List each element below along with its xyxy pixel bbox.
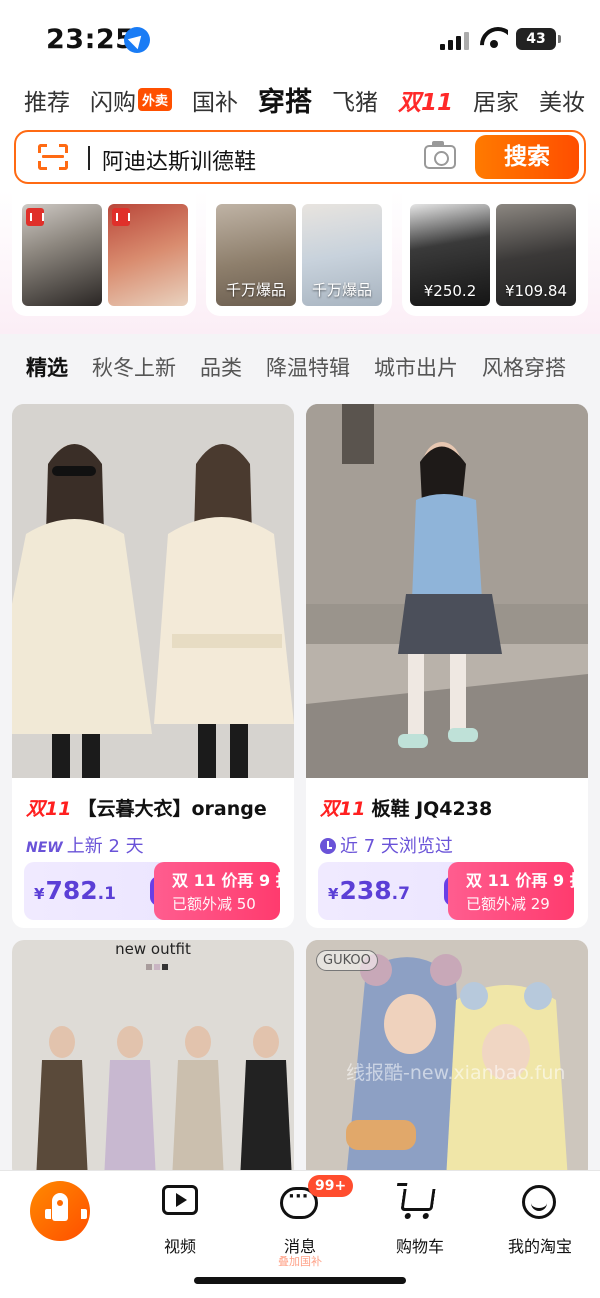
clock-icon: [320, 838, 336, 854]
promo-thumb[interactable]: ¥250.2: [410, 204, 490, 306]
tab-cart-label: 购物车: [395, 1237, 444, 1256]
price-box[interactable]: ¥782.1 双 11 价再 9 折 已额外减 50: [24, 862, 292, 920]
promo-thumb-label: 千万爆品: [225, 281, 286, 299]
promo-thumb[interactable]: 千万爆品: [216, 204, 296, 306]
message-count-badge: 99+: [308, 1175, 354, 1197]
messages-subsidy-label: 叠加国补: [278, 1255, 322, 1268]
promo-thumb[interactable]: [22, 204, 102, 306]
promo-card[interactable]: 千万爆品 千万爆品: [206, 190, 392, 316]
product-title-text: 板鞋 JQ4238: [371, 798, 493, 820]
rocket-icon: [45, 1193, 87, 1221]
shopping-cart-icon: [400, 1189, 436, 1211]
tab-beauty[interactable]: 美妆: [539, 83, 585, 117]
product-image[interactable]: [12, 404, 294, 778]
tab-double-11[interactable]: 双11: [398, 83, 453, 117]
product-card[interactable]: 双11板鞋 JQ4238 近 7 天浏览过 ¥238.7 双 11 价再 9 折…: [306, 404, 588, 928]
tab-fliggy[interactable]: 飞猪: [332, 83, 378, 117]
video-play-icon: [162, 1185, 198, 1215]
tab-my-taobao-label: 我的淘宝: [507, 1237, 572, 1256]
promo-thumb-label: 千万爆品: [311, 281, 372, 299]
tab-flash-buy[interactable]: 闪购 外卖: [90, 83, 173, 117]
promo-thumb[interactable]: ¥109.84: [496, 204, 576, 306]
product-price: ¥238.7: [328, 876, 410, 905]
tab-outfit[interactable]: 穿搭: [258, 80, 312, 119]
shop-tag-icon: [112, 208, 130, 226]
scan-icon[interactable]: [38, 144, 68, 170]
price-decimal: .7: [391, 884, 410, 904]
price-box[interactable]: ¥238.7 双 11 价再 9 折 已额外减 29: [318, 862, 586, 920]
discount-line2: 已额外减 29: [466, 895, 550, 913]
price-decimal: .1: [97, 884, 116, 904]
product-price: ¥782.1: [34, 876, 116, 905]
discount-line1: 双 11 价再 9 折: [466, 871, 586, 890]
promo-row: 千万爆品 千万爆品 ¥250.2 ¥109.84: [0, 190, 600, 320]
promo-thumb-price: ¥109.84: [504, 282, 568, 300]
discount-line1: 双 11 价再 9 折: [172, 871, 292, 890]
tab-subsidy[interactable]: 国补: [192, 83, 238, 117]
status-bar: 23:25 43: [0, 0, 600, 72]
product-image[interactable]: [306, 404, 588, 778]
discount-badge[interactable]: 双 11 价再 9 折 已额外减 29: [448, 862, 586, 920]
tab-recommend[interactable]: 推荐: [24, 83, 70, 117]
feed-tab-featured[interactable]: 精选: [26, 352, 68, 382]
new-tag: NEW: [26, 840, 63, 856]
product-card[interactable]: new outfit: [12, 940, 294, 1180]
feed-tab-city-photo[interactable]: 城市出片: [374, 352, 458, 382]
category-tabs: 推荐 闪购 外卖 国补 穿搭 飞猪 双11 居家 美妆: [24, 80, 600, 120]
status-time: 23:25: [46, 24, 135, 55]
product-title: 双11 【云暮大衣】orange: [26, 794, 267, 821]
tab-flash-buy-label: 闪购: [90, 89, 136, 116]
product-title-text: 【云暮大衣】orange: [77, 798, 267, 820]
feed-tab-style[interactable]: 风格穿搭: [482, 352, 566, 382]
shop-tag-icon: [26, 208, 44, 226]
sneaker-model-illustration: [306, 404, 588, 778]
promo-card[interactable]: [12, 190, 196, 316]
takeout-badge: 外卖: [138, 87, 173, 111]
tab-video-label: 视频: [163, 1237, 196, 1256]
feed-tabs: 精选 秋冬上新 品类 降温特辑 城市出片 风格穿搭: [26, 352, 600, 388]
location-arrow-icon: [124, 27, 150, 53]
product-title: 双11 板鞋 JQ4238: [320, 794, 492, 821]
home-button[interactable]: [30, 1181, 90, 1241]
discount-badge[interactable]: 双 11 价再 9 折 已额外减 50: [154, 862, 292, 920]
price-integer: 782: [45, 876, 98, 905]
wifi-icon: [480, 27, 508, 49]
coat-models-illustration: [12, 404, 294, 778]
brand-logo: GUKOO: [316, 950, 378, 971]
watermark-text: 线报酷-new.xianbao.fun: [346, 1062, 566, 1084]
promo-thumb[interactable]: [108, 204, 188, 306]
price-integer: 238: [339, 876, 392, 905]
smiley-face-icon: [522, 1185, 556, 1219]
search-bar[interactable]: 阿迪达斯训德鞋 搜索: [14, 130, 586, 184]
product-subtitle: NEW 上新 2 天: [26, 832, 144, 858]
feed-tab-category[interactable]: 品类: [200, 352, 242, 382]
outfit-models-illustration: [36, 964, 292, 1180]
promo-thumb[interactable]: 千万爆品: [302, 204, 382, 306]
feed-tab-cooling[interactable]: 降温特辑: [266, 352, 350, 382]
product-subtitle: 近 7 天浏览过: [320, 832, 453, 858]
promo-card[interactable]: ¥250.2 ¥109.84: [402, 190, 588, 316]
search-button[interactable]: 搜索: [475, 135, 579, 179]
discount-line2: 已额外减 50: [172, 895, 256, 913]
search-cursor: [88, 146, 90, 170]
cellular-signal-icon: [440, 30, 470, 50]
product-image[interactable]: new outfit: [12, 940, 294, 1180]
tab-home[interactable]: 居家: [473, 83, 519, 117]
promo-thumb-price: ¥250.2: [423, 282, 477, 300]
double-11-tag: 双11: [26, 798, 72, 820]
battery-indicator: 43: [516, 28, 561, 50]
double-11-tag: 双11: [320, 798, 366, 820]
product-subtitle-text: 上新 2 天: [66, 836, 144, 857]
feed-tab-new-autumn-winter[interactable]: 秋冬上新: [92, 352, 176, 382]
home-indicator: [194, 1277, 406, 1284]
product-card[interactable]: 双11【云暮大衣】orange NEW上新 2 天 ¥782.1 双 11 价再…: [12, 404, 294, 928]
product-subtitle-text: 近 7 天浏览过: [340, 836, 453, 857]
search-input[interactable]: 阿迪达斯训德鞋: [102, 144, 256, 176]
camera-icon[interactable]: [424, 141, 456, 169]
